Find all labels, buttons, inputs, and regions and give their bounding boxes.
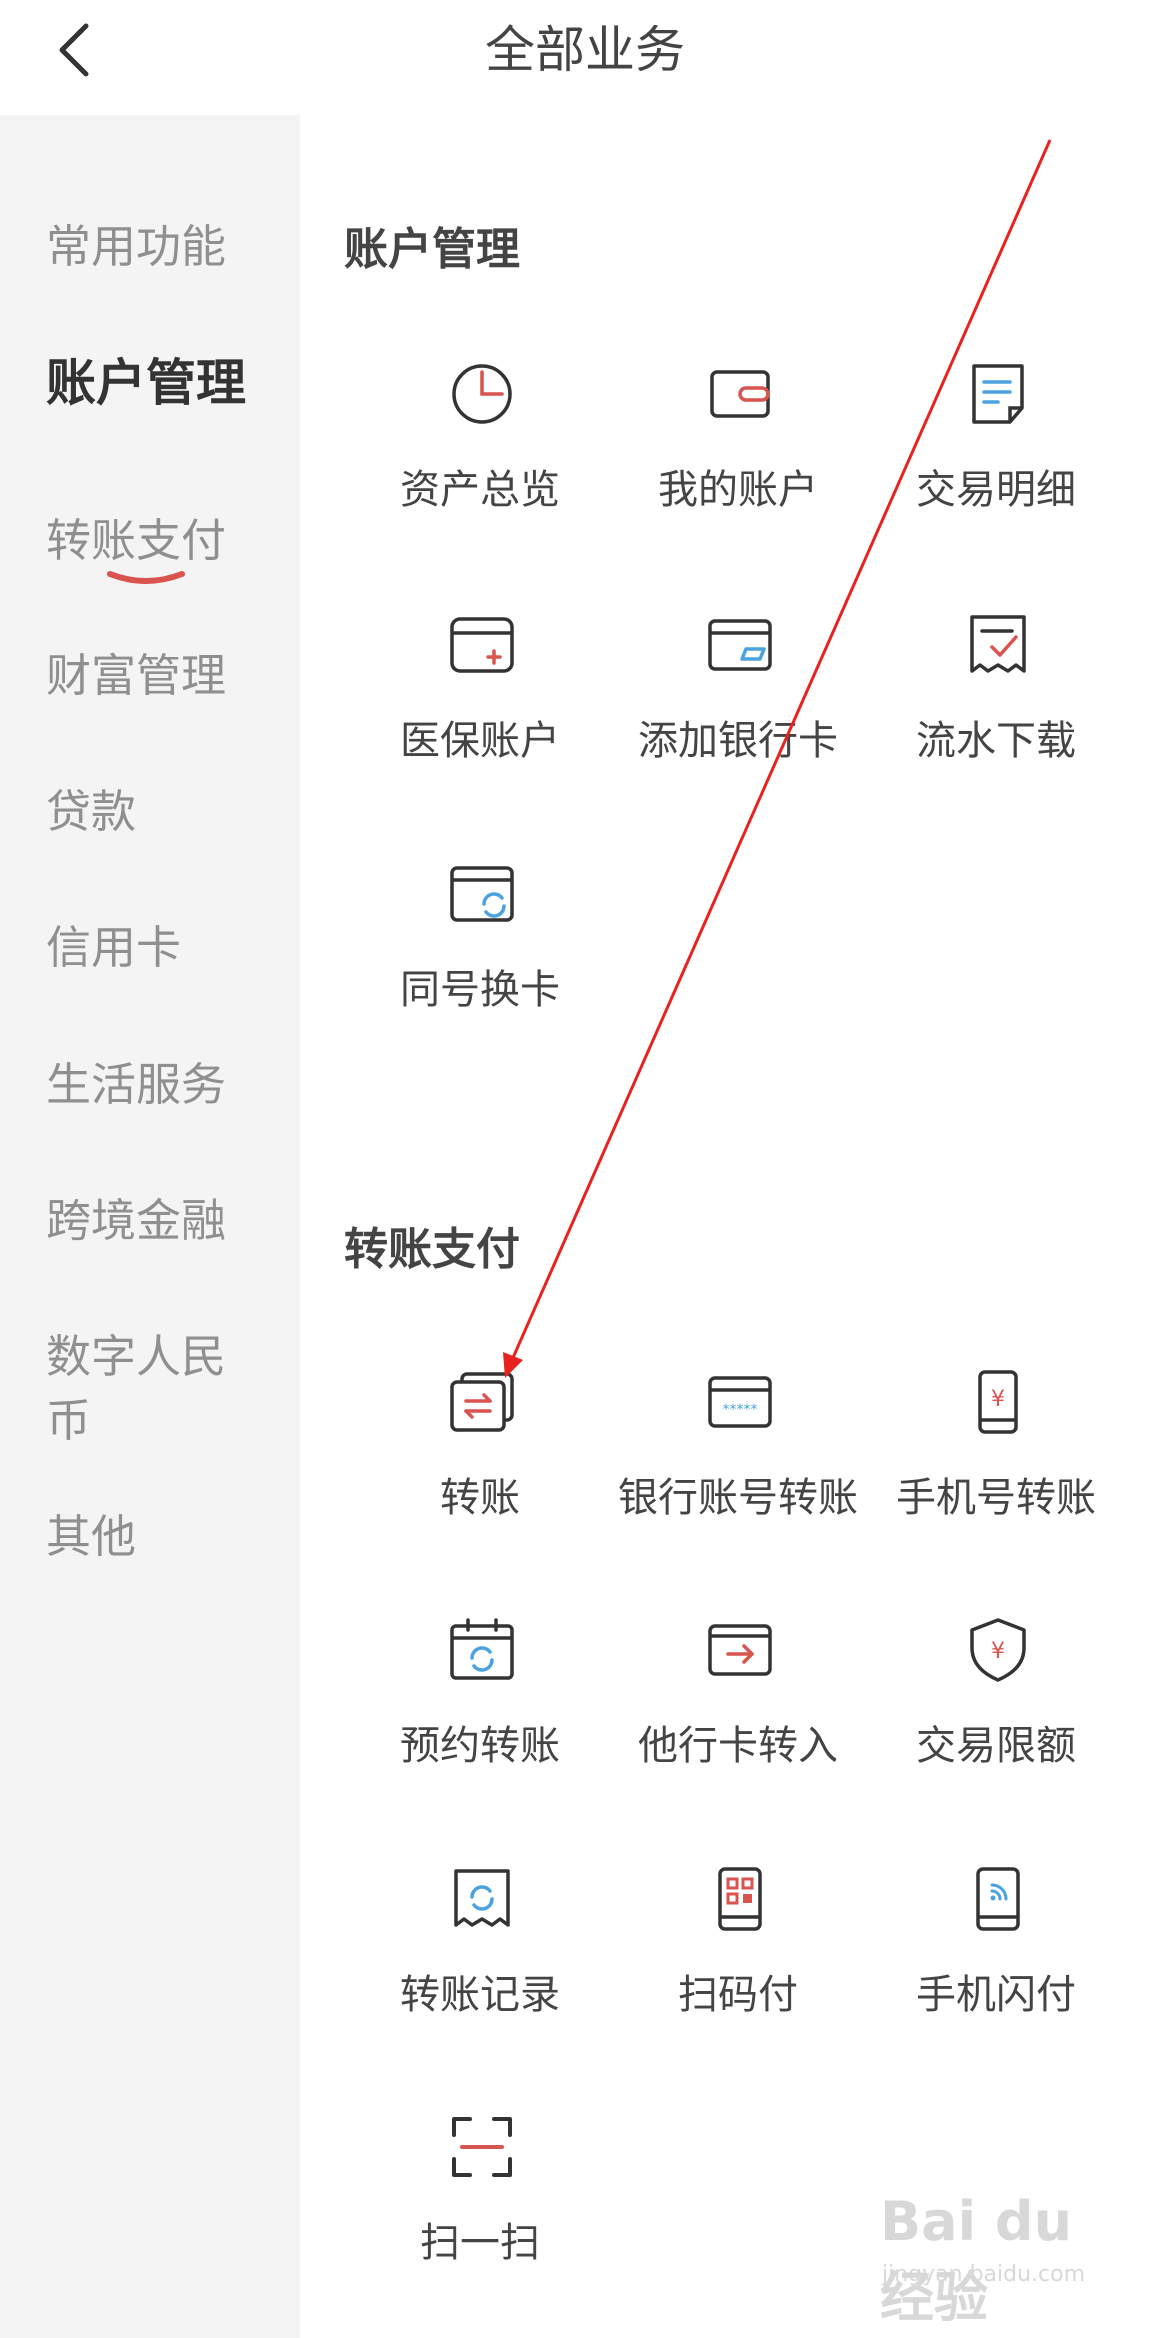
section-title-transfer: 转账支付	[344, 1224, 520, 1275]
sidebar-item-common[interactable]: 常用功能	[46, 215, 276, 279]
tile-scheduled-transfer[interactable]: 预约转账	[350, 1618, 610, 1828]
tile-label: 他行卡转入	[638, 1723, 838, 1769]
transfer-cards-icon	[450, 1372, 514, 1432]
tile-label: 交易明细	[916, 467, 1076, 513]
phone-qr-icon	[718, 1867, 762, 1931]
tile-account-number-transfer[interactable]: ***** 银行账号转账	[608, 1370, 868, 1580]
phone-yuan-icon: ¥	[978, 1370, 1018, 1434]
pie-chart-icon	[452, 364, 512, 424]
tile-mobile-quickpass[interactable]: 手机闪付	[866, 1867, 1126, 2077]
tile-transfer-record[interactable]: 转账记录	[350, 1867, 610, 2077]
tile-medical-account[interactable]: 医保账户	[350, 613, 610, 823]
tile-my-account[interactable]: 我的账户	[608, 362, 868, 572]
tile-label: 添加银行卡	[638, 718, 838, 764]
category-sidebar: 常用功能 账户管理 转账支付 财富管理 贷款 信用卡 生活服务 跨境金融 数字人…	[0, 115, 300, 2338]
tile-label: 转账记录	[400, 1972, 560, 2018]
watermark-brand: Bai du 经验	[880, 2190, 1073, 2329]
tile-label: 扫码付	[678, 1972, 798, 2018]
sidebar-item-other[interactable]: 其他	[46, 1505, 276, 1569]
tile-scan[interactable]: 扫一扫	[350, 2115, 610, 2325]
tile-label: 交易限额	[916, 1723, 1076, 1769]
tile-asset-overview[interactable]: 资产总览	[350, 362, 610, 572]
medical-card-icon	[450, 617, 514, 673]
tile-label: 转账	[440, 1475, 520, 1521]
tile-other-bank-transfer-in[interactable]: 他行卡转入	[608, 1618, 868, 1828]
tile-same-number-card-change[interactable]: 同号换卡	[350, 862, 610, 1072]
document-icon	[972, 364, 1024, 424]
sidebar-item-crossborder[interactable]: 跨境金融	[46, 1189, 276, 1253]
baidu-jingyan-watermark: Bai du 经验 jingyan.baidu.com	[870, 2180, 1110, 2329]
tile-transaction-detail[interactable]: 交易明细	[866, 362, 1126, 572]
tile-label: 预约转账	[400, 1723, 560, 1769]
tile-label: 流水下载	[916, 718, 1076, 764]
tile-label: 银行账号转账	[618, 1475, 858, 1521]
scan-icon	[452, 2117, 512, 2177]
shield-yuan-icon: ¥	[970, 1618, 1026, 1682]
receipt-check-icon	[970, 615, 1026, 673]
tile-transaction-limit[interactable]: ¥ 交易限额	[866, 1618, 1126, 1828]
calendar-refresh-icon	[450, 1618, 514, 1680]
sidebar-item-wealth[interactable]: 财富管理	[46, 644, 276, 708]
main-content: 账户管理 资产总览 我的账户 交易明细 医保账户 添加银行卡 流水下载 同号换卡…	[300, 115, 1170, 2338]
svg-text:*****: *****	[723, 1402, 758, 1418]
phone-nfc-icon	[976, 1867, 1020, 1931]
sidebar-item-transfer[interactable]: 转账支付	[46, 509, 276, 573]
tile-transfer[interactable]: 转账	[350, 1370, 610, 1580]
tile-label: 手机闪付	[916, 1972, 1076, 2018]
card-number-icon: *****	[708, 1376, 772, 1428]
page-title: 全部业务	[485, 21, 685, 79]
sidebar-item-account[interactable]: 账户管理	[46, 351, 276, 415]
tile-label: 医保账户	[400, 718, 560, 764]
sidebar-item-life[interactable]: 生活服务	[46, 1053, 276, 1117]
sidebar-item-loan[interactable]: 贷款	[46, 780, 276, 844]
tile-phone-transfer[interactable]: ¥ 手机号转账	[866, 1370, 1126, 1580]
watermark-url: jingyan.baidu.com	[882, 2262, 1086, 2287]
svg-text:¥: ¥	[991, 1387, 1005, 1412]
card-arrow-in-icon	[708, 1624, 772, 1676]
card-refresh-icon	[450, 866, 514, 922]
section-title-account: 账户管理	[344, 224, 520, 275]
add-card-icon	[708, 619, 772, 671]
sidebar-item-ecny[interactable]: 数字人民币	[46, 1325, 246, 1453]
tile-qr-pay[interactable]: 扫码付	[608, 1867, 868, 2077]
tile-label: 手机号转账	[896, 1475, 1096, 1521]
tile-label: 我的账户	[658, 467, 818, 513]
header-bar: 全部业务	[0, 0, 1170, 115]
receipt-refresh-icon	[454, 1869, 510, 1927]
sidebar-item-credit-card[interactable]: 信用卡	[46, 916, 276, 980]
svg-text:¥: ¥	[991, 1639, 1005, 1664]
tile-label: 同号换卡	[400, 967, 560, 1013]
tile-add-bank-card[interactable]: 添加银行卡	[608, 613, 868, 823]
wallet-icon	[710, 370, 770, 418]
tile-label: 扫一扫	[420, 2220, 540, 2266]
tile-statement-download[interactable]: 流水下载	[866, 613, 1126, 823]
tile-label: 资产总览	[400, 467, 560, 513]
